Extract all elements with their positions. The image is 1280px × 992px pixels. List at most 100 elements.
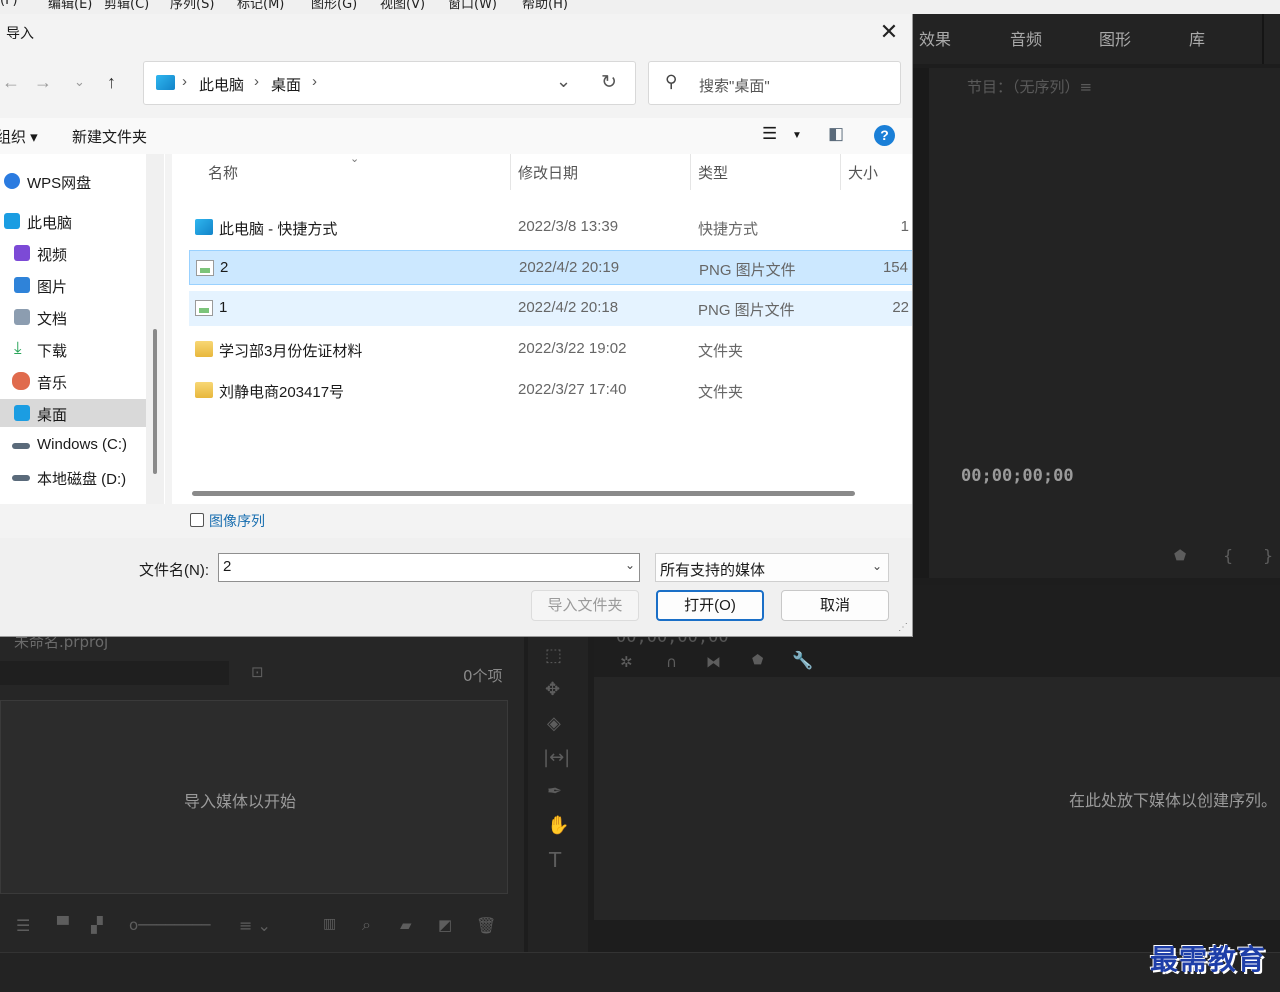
import-folder-button[interactable]: 导入文件夹 (531, 590, 639, 621)
tab-graphics[interactable]: 图形 (1099, 26, 1131, 50)
snap-icon[interactable]: ✲ (620, 653, 633, 671)
up-icon[interactable]: ↑ (107, 72, 116, 93)
nav-item-drive-c[interactable]: Windows (C:) (0, 431, 146, 459)
file-row[interactable]: 1 2022/4/2 20:18 PNG 图片文件 22 (189, 291, 912, 326)
nav-item-desktop[interactable]: 桌面 (0, 399, 146, 427)
linked-select-icon[interactable]: ⧓ (706, 653, 721, 671)
document-icon (14, 309, 30, 325)
find-icon[interactable]: ⌕ (362, 915, 371, 935)
nav-item-downloads[interactable]: ⤓ 下载 (0, 335, 146, 363)
freeform-view-icon[interactable]: ▞ (91, 916, 103, 934)
menu-file[interactable]: (F) (0, 0, 18, 8)
nav-item-music[interactable]: 音乐 (0, 367, 146, 395)
menu-view[interactable]: 视图(V) (380, 0, 425, 12)
razor-icon[interactable]: ◈ (547, 713, 561, 734)
file-row[interactable]: 学习部3月份佐证材料 2022/3/22 19:02 文件夹 (189, 332, 912, 367)
tab-audio[interactable]: 音频 (1010, 26, 1042, 50)
close-icon[interactable]: ✕ (866, 14, 912, 50)
watermark-logo: 最需教育 (1150, 943, 1267, 976)
zoom-slider-icon[interactable]: o──────── (129, 916, 210, 934)
new-item-icon[interactable]: ◩ (438, 916, 452, 934)
organize-button[interactable]: 组织 ▾ (0, 126, 38, 147)
resize-grip-icon[interactable]: ⋰ (898, 622, 908, 633)
view-dropdown-icon[interactable]: ▼ (792, 130, 802, 141)
nav-item-wps[interactable]: WPS网盘 (0, 167, 146, 195)
image-sequence-checkbox[interactable] (190, 513, 204, 527)
chevron-down-icon[interactable]: ⌄ (625, 558, 635, 572)
address-dropdown-icon[interactable]: ⌄ (556, 71, 571, 92)
menu-help[interactable]: 帮助(H) (522, 0, 568, 12)
nav-item-pictures[interactable]: 图片 (0, 271, 146, 299)
search-filter-icon[interactable]: ⊡ (251, 663, 264, 681)
nav-item-label: 本地磁盘 (D:) (37, 471, 127, 488)
project-search-input[interactable] (0, 661, 229, 685)
tab-libraries[interactable]: 库 (1189, 26, 1205, 50)
nav-item-this-pc[interactable]: 此电脑 (0, 207, 146, 235)
image-sequence-label[interactable]: 图像序列 (209, 511, 265, 531)
menu-clip[interactable]: 剪辑(C) (104, 0, 149, 12)
marker-icon[interactable]: ⬟ (1174, 548, 1186, 564)
column-divider[interactable] (690, 154, 691, 190)
pen-icon[interactable]: ✒ (547, 781, 562, 802)
trash-icon[interactable]: 🗑 (476, 916, 496, 935)
add-marker-icon[interactable]: ⬟ (752, 653, 763, 668)
hand-icon[interactable]: ✋ (547, 815, 569, 836)
horizontal-scrollbar[interactable] (192, 491, 855, 496)
file-date: 2022/3/8 13:39 (518, 218, 619, 235)
new-bin-icon[interactable]: ▰ (400, 916, 412, 934)
column-name[interactable]: 名称 (208, 162, 238, 183)
menu-edit[interactable]: 编辑(E) (48, 0, 92, 12)
ripple-edit-icon[interactable]: ✥ (545, 679, 560, 700)
icon-view-icon[interactable]: ▀ (57, 916, 69, 934)
nav-item-documents[interactable]: 文档 (0, 303, 146, 331)
preview-pane-icon[interactable]: ◧ (828, 124, 844, 144)
file-type-filter[interactable]: 所有支持的媒体 ⌄ (655, 553, 889, 582)
view-options-icon[interactable]: ☰ (762, 124, 777, 144)
back-icon[interactable]: ← (2, 72, 20, 93)
wrench-icon[interactable]: 🔧 (792, 651, 813, 671)
menu-sequence[interactable]: 序列(S) (170, 0, 214, 12)
nav-item-label: Windows (C:) (37, 436, 128, 453)
drive-c-icon (12, 443, 30, 449)
column-type[interactable]: 类型 (698, 162, 728, 183)
file-row[interactable]: 刘静电商203417号 2022/3/27 17:40 文件夹 (189, 373, 912, 408)
nav-item-label: 下载 (37, 343, 68, 360)
menu-graphics[interactable]: 图形(G) (311, 0, 357, 12)
breadcrumb-chevron-icon[interactable]: › (312, 73, 317, 90)
mark-out-icon[interactable]: } (1263, 546, 1273, 565)
new-folder-button[interactable]: 新建文件夹 (72, 126, 147, 147)
file-row[interactable]: 2 2022/4/2 20:19 PNG 图片文件 154 (189, 250, 912, 285)
breadcrumb-this-pc[interactable]: 此电脑 (199, 74, 244, 95)
mark-in-icon[interactable]: { (1223, 546, 1233, 565)
breadcrumb-desktop[interactable]: 桌面 (271, 74, 301, 95)
type-tool-icon[interactable]: T (549, 848, 561, 872)
column-divider[interactable] (840, 154, 841, 190)
open-button[interactable]: 打开(O) (656, 590, 764, 621)
project-media-area[interactable]: 导入媒体以开始 (0, 700, 508, 894)
tab-effects[interactable]: 效果 (919, 26, 951, 50)
menu-window[interactable]: 窗口(W) (448, 0, 497, 12)
file-row[interactable]: 此电脑 - 快捷方式 2022/3/8 13:39 快捷方式 1 (189, 210, 912, 245)
column-size[interactable]: 大小 (848, 162, 878, 183)
list-view-icon[interactable]: ☰ (16, 916, 30, 935)
menu-marker[interactable]: 标记(M) (237, 0, 284, 12)
sort-icon[interactable]: ≡ ⌄ (239, 916, 271, 935)
magnet-icon[interactable]: ∩ (666, 653, 677, 671)
automate-icon[interactable]: ▥ (323, 916, 336, 932)
filename-input[interactable]: 2 ⌄ (218, 553, 640, 582)
refresh-icon[interactable]: ↻ (601, 71, 617, 94)
recent-locations-icon[interactable]: ⌄ (74, 74, 85, 90)
column-date[interactable]: 修改日期 (518, 162, 578, 183)
address-bar[interactable]: › 此电脑 › 桌面 › ⌄ ↻ (143, 61, 636, 105)
nav-item-drive-d[interactable]: 本地磁盘 (D:) (0, 463, 146, 491)
search-box[interactable]: ⚲ 搜索"桌面" (648, 61, 901, 105)
column-divider[interactable] (510, 154, 511, 190)
track-select-icon[interactable]: ⬚ (545, 645, 562, 666)
nav-item-videos[interactable]: 视频 (0, 239, 146, 267)
chevron-down-icon[interactable]: ⌄ (872, 559, 882, 573)
cancel-button[interactable]: 取消 (781, 590, 889, 621)
slip-icon[interactable]: |↔| (543, 747, 570, 768)
forward-icon[interactable]: → (34, 72, 52, 93)
nav-scrollbar-thumb[interactable] (153, 329, 157, 474)
help-icon[interactable]: ? (874, 125, 895, 146)
